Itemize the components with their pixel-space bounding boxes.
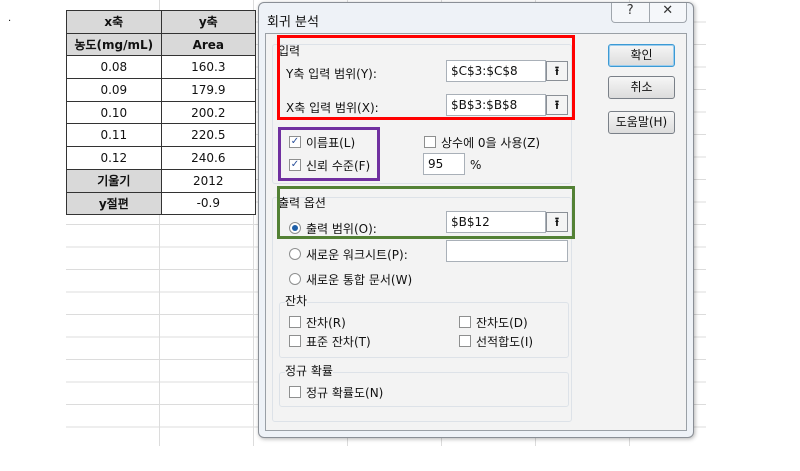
table-row: 0.08 160.3 [66, 55, 257, 80]
residuals-group-label: 잔차 [285, 292, 308, 309]
new-workbook-radio[interactable] [289, 273, 301, 285]
line-fit-label: 선적합도(I) [476, 335, 534, 349]
normal-plot-checkbox[interactable] [289, 386, 301, 398]
header-cell[interactable]: x축 [66, 10, 162, 34]
help-button[interactable]: 도움말(H) [608, 111, 675, 134]
data-table: x축 y축 농도(mg/mL) Area 0.08 160.3 0.09 179.9 0… [66, 10, 257, 216]
help-icon[interactable]: ? [612, 3, 649, 22]
residuals-checkbox[interactable] [289, 316, 301, 328]
confidence-input[interactable]: 95 [423, 153, 465, 175]
percent-label: % [470, 158, 482, 172]
title-buttons: ? ✕ [611, 3, 687, 23]
summary-row: y절편 -0.9 [66, 191, 257, 216]
cell[interactable]: 0.12 [66, 146, 162, 170]
cell[interactable]: 240.6 [160, 146, 257, 170]
const-zero-label: 상수에 0을 사용(Z) [441, 136, 541, 150]
new-sheet-radio[interactable] [289, 248, 301, 260]
cancel-button[interactable]: 취소 [608, 76, 675, 99]
line-fit-checkbox[interactable] [459, 335, 471, 347]
cell[interactable]: 0.11 [66, 123, 162, 148]
residuals-label: 잔차(R) [306, 316, 346, 330]
table-row: 0.12 240.6 [66, 146, 257, 170]
dot: · [8, 16, 12, 27]
header-cell[interactable]: Area [160, 32, 257, 57]
header-cell[interactable]: 농도(mg/mL) [66, 32, 162, 57]
normal-plot-label: 정규 확률도(N) [306, 386, 384, 400]
new-sheet-label: 새로운 워크시트(P): [306, 248, 408, 262]
output-highlight-box [277, 186, 575, 239]
table-row: 0.11 220.5 [66, 123, 257, 148]
cell[interactable]: 기울기 [66, 168, 162, 193]
ok-button[interactable]: 확인 [608, 44, 675, 67]
standardized-residuals-label: 표준 잔차(T) [306, 335, 371, 349]
table-header-row: 농도(mg/mL) Area [66, 32, 257, 57]
normal-group-label: 정규 확률 [285, 362, 333, 379]
table-header-row: x축 y축 [66, 10, 257, 34]
new-sheet-input[interactable] [446, 240, 568, 262]
input-highlight-box [277, 35, 575, 120]
residual-plots-checkbox[interactable] [459, 316, 471, 328]
cell[interactable]: 200.2 [160, 100, 257, 125]
table-row: 0.09 179.9 [66, 78, 257, 102]
new-workbook-label: 새로운 통합 문서(W) [306, 273, 413, 287]
cell[interactable]: -0.9 [160, 191, 257, 216]
const-zero-checkbox[interactable] [424, 136, 436, 148]
close-icon[interactable]: ✕ [648, 3, 687, 22]
header-cell[interactable]: y축 [160, 10, 257, 34]
table-row: 0.10 200.2 [66, 100, 257, 125]
checkbox-highlight-box [278, 127, 380, 181]
residual-plots-label: 잔차도(D) [476, 316, 528, 330]
cell[interactable]: 160.3 [160, 55, 257, 80]
cell[interactable]: 0.09 [66, 78, 162, 102]
cell[interactable]: 0.08 [66, 55, 162, 80]
cell[interactable]: 179.9 [160, 78, 257, 102]
cell[interactable]: 0.10 [66, 100, 162, 125]
cell[interactable]: 2012 [160, 168, 257, 193]
summary-row: 기울기 2012 [66, 168, 257, 193]
cell[interactable]: y절편 [66, 191, 162, 216]
dialog-title: 회귀 분석 [267, 15, 319, 30]
cell[interactable]: 220.5 [160, 123, 257, 148]
standardized-residuals-checkbox[interactable] [289, 335, 301, 347]
